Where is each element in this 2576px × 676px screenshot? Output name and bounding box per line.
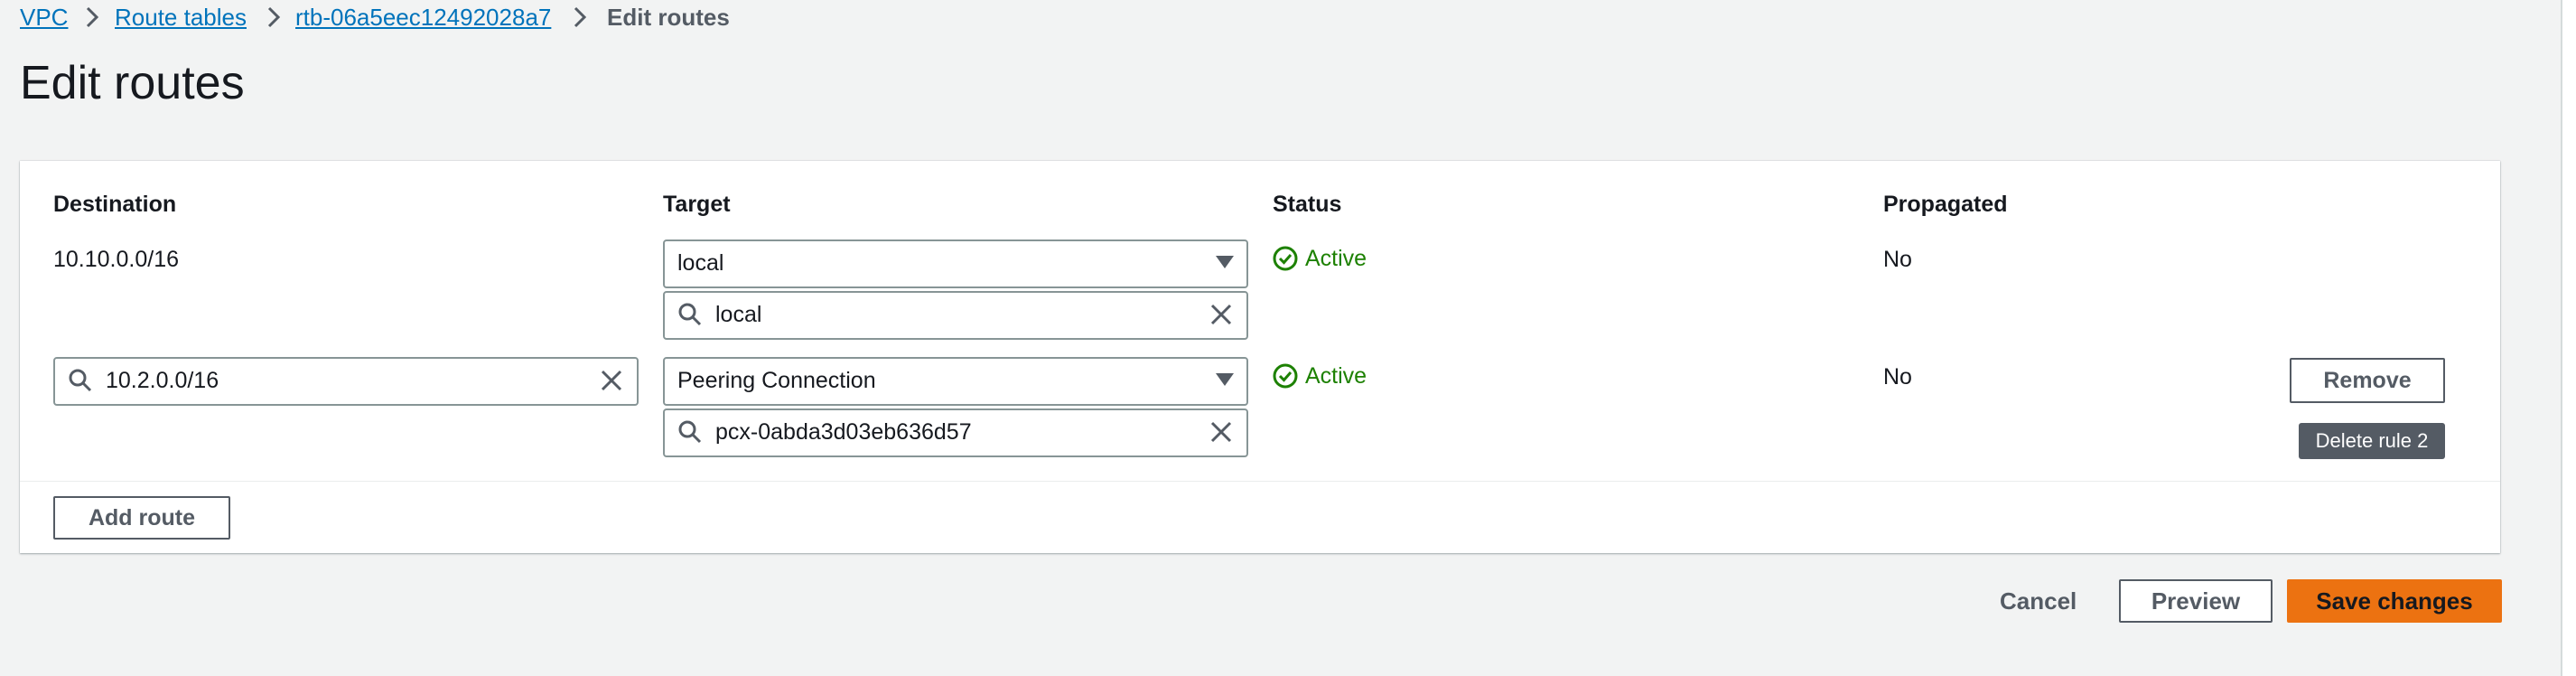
status-text: Active — [1305, 363, 1367, 389]
target-type-value: local — [677, 250, 724, 276]
breadcrumb-link-vpc[interactable]: VPC — [20, 4, 68, 32]
caret-down-icon — [1216, 256, 1234, 268]
save-changes-button[interactable]: Save changes — [2287, 579, 2502, 623]
caret-down-icon — [1216, 373, 1234, 386]
cancel-button[interactable]: Cancel — [2000, 587, 2077, 615]
status-badge: Active — [1273, 363, 1453, 390]
target-type-select[interactable]: Peering Connection — [663, 357, 1248, 406]
add-route-button-label: Add route — [88, 505, 196, 530]
status-text: Active — [1305, 246, 1367, 271]
destination-input[interactable] — [106, 364, 588, 397]
chevron-right-icon — [267, 6, 281, 28]
preview-button-label: Preview — [2151, 587, 2241, 615]
add-route-button[interactable]: Add route — [53, 496, 230, 540]
target-search-input[interactable] — [715, 416, 1198, 448]
remove-button-label: Remove — [2323, 368, 2412, 393]
breadcrumb-link-route-tables[interactable]: Route tables — [115, 4, 247, 32]
check-circle-icon — [1273, 246, 1298, 271]
breadcrumb-current: Edit routes — [607, 4, 730, 31]
side-panel-edge — [2561, 0, 2576, 676]
search-icon — [678, 303, 702, 326]
propagated-text: No — [1883, 247, 1912, 272]
column-header-destination: Destination — [53, 192, 177, 217]
target-search-field[interactable] — [663, 408, 1248, 457]
destination-field[interactable] — [53, 357, 639, 406]
column-header-status: Status — [1273, 192, 1342, 217]
target-search-input[interactable] — [715, 298, 1198, 331]
search-icon — [678, 420, 702, 444]
clear-icon[interactable] — [1209, 302, 1234, 327]
target-type-select[interactable]: local — [663, 239, 1248, 288]
save-changes-button-label: Save changes — [2316, 587, 2473, 615]
tooltip-text: Delete rule 2 — [2315, 429, 2429, 452]
clear-icon[interactable] — [1209, 419, 1234, 445]
column-header-propagated: Propagated — [1883, 192, 2008, 217]
divider — [20, 481, 2500, 482]
target-search-field[interactable] — [663, 291, 1248, 340]
search-icon — [69, 369, 92, 392]
chevron-right-icon — [86, 6, 99, 28]
page-title: Edit routes — [20, 57, 245, 109]
propagated-text: No — [1883, 364, 1912, 390]
preview-button[interactable]: Preview — [2119, 579, 2273, 623]
destination-text: 10.10.0.0/16 — [53, 247, 180, 272]
breadcrumb-link-route-table-id[interactable]: rtb-06a5eec12492028a7 — [295, 4, 551, 32]
tooltip: Delete rule 2 — [2299, 423, 2445, 459]
status-badge: Active — [1273, 246, 1453, 273]
chevron-right-icon — [574, 6, 587, 28]
column-header-target: Target — [663, 192, 731, 217]
remove-button[interactable]: Remove — [2290, 358, 2445, 403]
target-type-value: Peering Connection — [677, 368, 876, 393]
clear-icon[interactable] — [599, 368, 624, 393]
check-circle-icon — [1273, 363, 1298, 389]
